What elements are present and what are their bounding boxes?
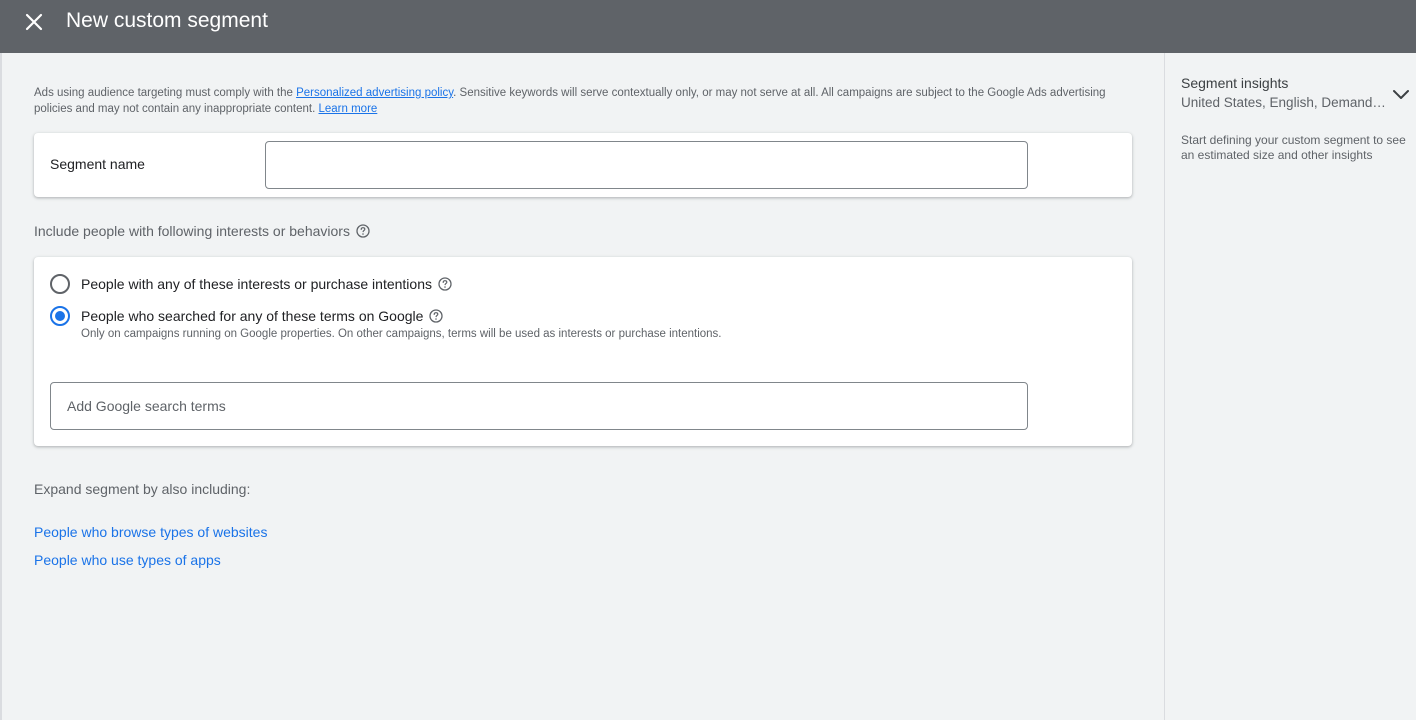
google-search-terms-input[interactable] xyxy=(50,382,1028,430)
include-heading: Include people with following interests … xyxy=(34,223,370,239)
learn-more-link[interactable]: Learn more xyxy=(319,103,378,115)
expand-insights-button[interactable] xyxy=(1391,85,1411,105)
expand-segment-label: Expand segment by also including: xyxy=(34,481,251,497)
include-heading-text: Include people with following interests … xyxy=(34,223,350,239)
radio-label-interests-text: People with any of these interests or pu… xyxy=(81,276,432,292)
radio-label-searched: People who searched for any of these ter… xyxy=(81,305,722,327)
segment-insights-title: Segment insights xyxy=(1181,75,1289,91)
targeting-options-card: People with any of these interests or pu… xyxy=(34,257,1132,446)
policy-text-before: Ads using audience targeting must comply… xyxy=(34,87,297,99)
personalized-advertising-policy-link[interactable]: Personalized advertising policy xyxy=(296,87,453,99)
browse-websites-link[interactable]: People who browse types of websites xyxy=(34,524,267,540)
use-apps-link[interactable]: People who use types of apps xyxy=(34,552,221,568)
radio-label-interests: People with any of these interests or pu… xyxy=(81,273,452,295)
radio-button-unchecked[interactable] xyxy=(50,274,70,294)
page-title: New custom segment xyxy=(66,9,268,32)
close-icon xyxy=(25,13,43,31)
segment-insights-panel: Segment insights United States, English,… xyxy=(1164,53,1416,720)
help-icon[interactable] xyxy=(429,309,444,323)
radio-option-interests[interactable]: People with any of these interests or pu… xyxy=(50,273,452,295)
segment-insights-subtitle: United States, English, Demand Gen xyxy=(1181,95,1386,110)
main-content: Ads using audience targeting must comply… xyxy=(2,53,1164,720)
close-button[interactable] xyxy=(20,8,48,36)
segment-insights-description: Start defining your custom segment to se… xyxy=(1181,133,1406,162)
radio-sublabel-searched: Only on campaigns running on Google prop… xyxy=(81,328,722,340)
help-icon[interactable] xyxy=(438,277,452,291)
segment-name-card: Segment name xyxy=(34,133,1132,197)
radio-button-checked[interactable] xyxy=(50,306,70,326)
segment-name-input[interactable] xyxy=(265,141,1028,189)
chevron-down-icon xyxy=(1393,90,1409,99)
segment-name-label: Segment name xyxy=(50,156,145,172)
radio-label-searched-text: People who searched for any of these ter… xyxy=(81,308,424,324)
policy-notice: Ads using audience targeting must comply… xyxy=(34,85,1134,117)
radio-option-searched[interactable]: People who searched for any of these ter… xyxy=(50,305,722,341)
help-icon[interactable] xyxy=(356,224,370,238)
radio-text-searched: People who searched for any of these ter… xyxy=(81,305,722,341)
top-bar: New custom segment xyxy=(0,0,1416,53)
radio-text-interests: People with any of these interests or pu… xyxy=(81,273,452,295)
